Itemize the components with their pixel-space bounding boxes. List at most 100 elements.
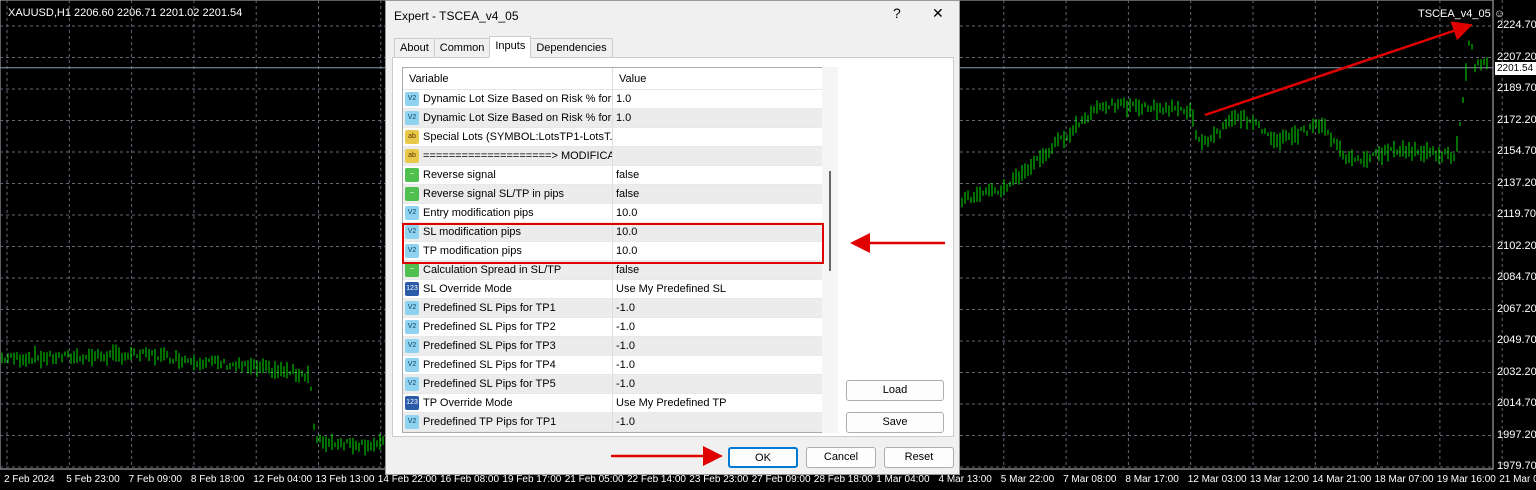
list-item[interactable]: ab Special Lots (SYMBOL:LotsTP1-LotsT...	[403, 128, 837, 147]
ok-button[interactable]: OK	[728, 447, 798, 468]
tab-dependencies[interactable]: Dependencies	[530, 38, 613, 58]
price-label: 2137.20	[1497, 176, 1536, 189]
list-item[interactable]: V2 Predefined SL Pips for TP4 -1.0	[403, 356, 837, 375]
time-label: 13 Mar 12:00	[1250, 474, 1309, 485]
variable-name: Predefined SL Pips for TP5	[423, 378, 556, 390]
num-type-icon: V2	[405, 320, 419, 334]
price-label: 2189.70	[1497, 82, 1536, 94]
time-label: 12 Mar 03:00	[1187, 474, 1247, 485]
list-item[interactable]: V2 Dynamic Lot Size Based on Risk % for .…	[403, 90, 837, 109]
list-item[interactable]: ab ====================> MODIFICA...	[403, 147, 837, 166]
num-type-icon: V2	[405, 92, 419, 106]
tab-inputs[interactable]: Inputs	[489, 36, 532, 58]
list-item[interactable]: ~ Reverse signal false	[403, 166, 837, 185]
tab-bar: About Common Inputs Dependencies	[394, 36, 613, 58]
load-button[interactable]: Load	[846, 380, 944, 401]
value-cell[interactable]: false	[613, 264, 639, 276]
list-item[interactable]: V2 Predefined SL Pips for TP5 -1.0	[403, 375, 837, 394]
time-label: 4 Mar 13:00	[938, 474, 992, 485]
time-label: 7 Mar 08:00	[1063, 474, 1117, 485]
expert-name: TSCEA_v4_05	[1418, 8, 1491, 20]
num-type-icon: V2	[405, 377, 419, 391]
highlight-box	[402, 223, 824, 264]
num-type-icon: V2	[405, 339, 419, 353]
price-label: 2102.20	[1497, 239, 1536, 252]
reset-button[interactable]: Reset	[884, 447, 954, 468]
time-label: 1 Mar 04:00	[876, 474, 930, 485]
variable-name: Predefined SL Pips for TP4	[423, 359, 556, 371]
value-cell[interactable]: -1.0	[613, 302, 635, 314]
list-item[interactable]: V2 Predefined SL Pips for TP1 -1.0	[403, 299, 837, 318]
list-item[interactable]: ~ Reverse signal SL/TP in pips false	[403, 185, 837, 204]
time-label: 21 Feb 05:00	[564, 474, 624, 485]
time-label: 22 Feb 14:00	[627, 474, 686, 485]
tab-common[interactable]: Common	[433, 38, 491, 58]
variable-name: Dynamic Lot Size Based on Risk % for ...	[423, 112, 613, 124]
variable-name: Dynamic Lot Size Based on Risk % for ...	[423, 93, 613, 105]
variable-cell: V2 Predefined TP Pips for TP1	[403, 413, 613, 431]
value-cell[interactable]: -1.0	[613, 378, 635, 390]
help-button[interactable]: ?	[893, 5, 901, 21]
value-cell[interactable]: -1.0	[613, 416, 635, 428]
time-label: 19 Feb 17:00	[502, 474, 562, 485]
bool-type-icon: ~	[405, 263, 419, 277]
price-label: 2084.70	[1497, 271, 1536, 283]
time-label: 27 Feb 09:00	[751, 474, 811, 485]
time-label: 16 Feb 08:00	[440, 474, 500, 485]
price-label: 1979.70	[1497, 460, 1536, 472]
value-cell[interactable]: -1.0	[613, 340, 635, 352]
value-cell[interactable]: 10.0	[613, 207, 637, 219]
value-cell[interactable]: 1.0	[613, 93, 631, 105]
variable-cell: V2 Dynamic Lot Size Based on Risk % for .…	[403, 109, 613, 127]
price-label: 2049.70	[1497, 334, 1536, 346]
close-button[interactable]: ✕	[932, 5, 944, 22]
num-type-icon: V2	[405, 301, 419, 315]
variable-cell: V2 Predefined SL Pips for TP2	[403, 318, 613, 336]
value-cell[interactable]: Use My Predefined SL	[613, 283, 726, 295]
time-label: 14 Feb 22:00	[377, 474, 437, 485]
list-item[interactable]: 123 SL Override Mode Use My Predefined SL	[403, 280, 837, 299]
list-item[interactable]: V2 Dynamic Lot Size Based on Risk % for .…	[403, 109, 837, 128]
value-cell[interactable]: Use My Predefined TP	[613, 397, 726, 409]
str-type-icon: ab	[405, 130, 419, 144]
list-item[interactable]: 123 TP Override Mode Use My Predefined TP	[403, 394, 837, 413]
dialog-title: Expert - TSCEA_v4_05	[394, 9, 519, 23]
variable-name: TP Override Mode	[423, 397, 513, 409]
price-label: 2014.70	[1497, 397, 1536, 409]
bool-type-icon: ~	[405, 168, 419, 182]
expert-label: TSCEA_v4_05 ☺	[1418, 8, 1505, 20]
variable-cell: ~ Reverse signal	[403, 166, 613, 184]
price-label: 1997.20	[1497, 428, 1536, 441]
list-item[interactable]: V2 Predefined SL Pips for TP3 -1.0	[403, 337, 837, 356]
price-label: 2032.20	[1497, 365, 1536, 378]
save-button[interactable]: Save	[846, 412, 944, 433]
num-type-icon: V2	[405, 358, 419, 372]
value-cell[interactable]: false	[613, 169, 639, 181]
tab-about[interactable]: About	[394, 38, 435, 58]
value-cell[interactable]: 1.0	[613, 112, 631, 124]
column-variable[interactable]: Variable	[403, 68, 613, 89]
current-price-label: 2201.54	[1495, 62, 1536, 75]
price-label: 2207.20	[1497, 50, 1536, 63]
price-label: 2119.70	[1497, 208, 1536, 220]
int-type-icon: 123	[405, 282, 419, 296]
column-value[interactable]: Value	[613, 68, 652, 89]
scrollbar[interactable]	[822, 67, 838, 433]
value-cell[interactable]: false	[613, 188, 639, 200]
value-cell[interactable]: -1.0	[613, 359, 635, 371]
variable-name: Special Lots (SYMBOL:LotsTP1-LotsT...	[423, 131, 613, 143]
list-item[interactable]: V2 Entry modification pips 10.0	[403, 204, 837, 223]
cancel-button[interactable]: Cancel	[806, 447, 876, 468]
num-type-icon: V2	[405, 206, 419, 220]
list-item[interactable]: V2 Predefined SL Pips for TP2 -1.0	[403, 318, 837, 337]
price-label: 2172.20	[1497, 113, 1536, 126]
variable-cell: V2 Predefined SL Pips for TP1	[403, 299, 613, 317]
variable-cell: ab ====================> MODIFICA...	[403, 147, 613, 165]
time-label: 18 Mar 07:00	[1374, 474, 1434, 485]
value-cell[interactable]: -1.0	[613, 321, 635, 333]
scrollbar-thumb[interactable]	[829, 171, 831, 271]
str-type-icon: ab	[405, 149, 419, 163]
list-item[interactable]: V2 Predefined TP Pips for TP1 -1.0	[403, 413, 837, 432]
time-label: 21 Mar 02:00	[1499, 474, 1536, 485]
variable-cell: ~ Reverse signal SL/TP in pips	[403, 185, 613, 203]
